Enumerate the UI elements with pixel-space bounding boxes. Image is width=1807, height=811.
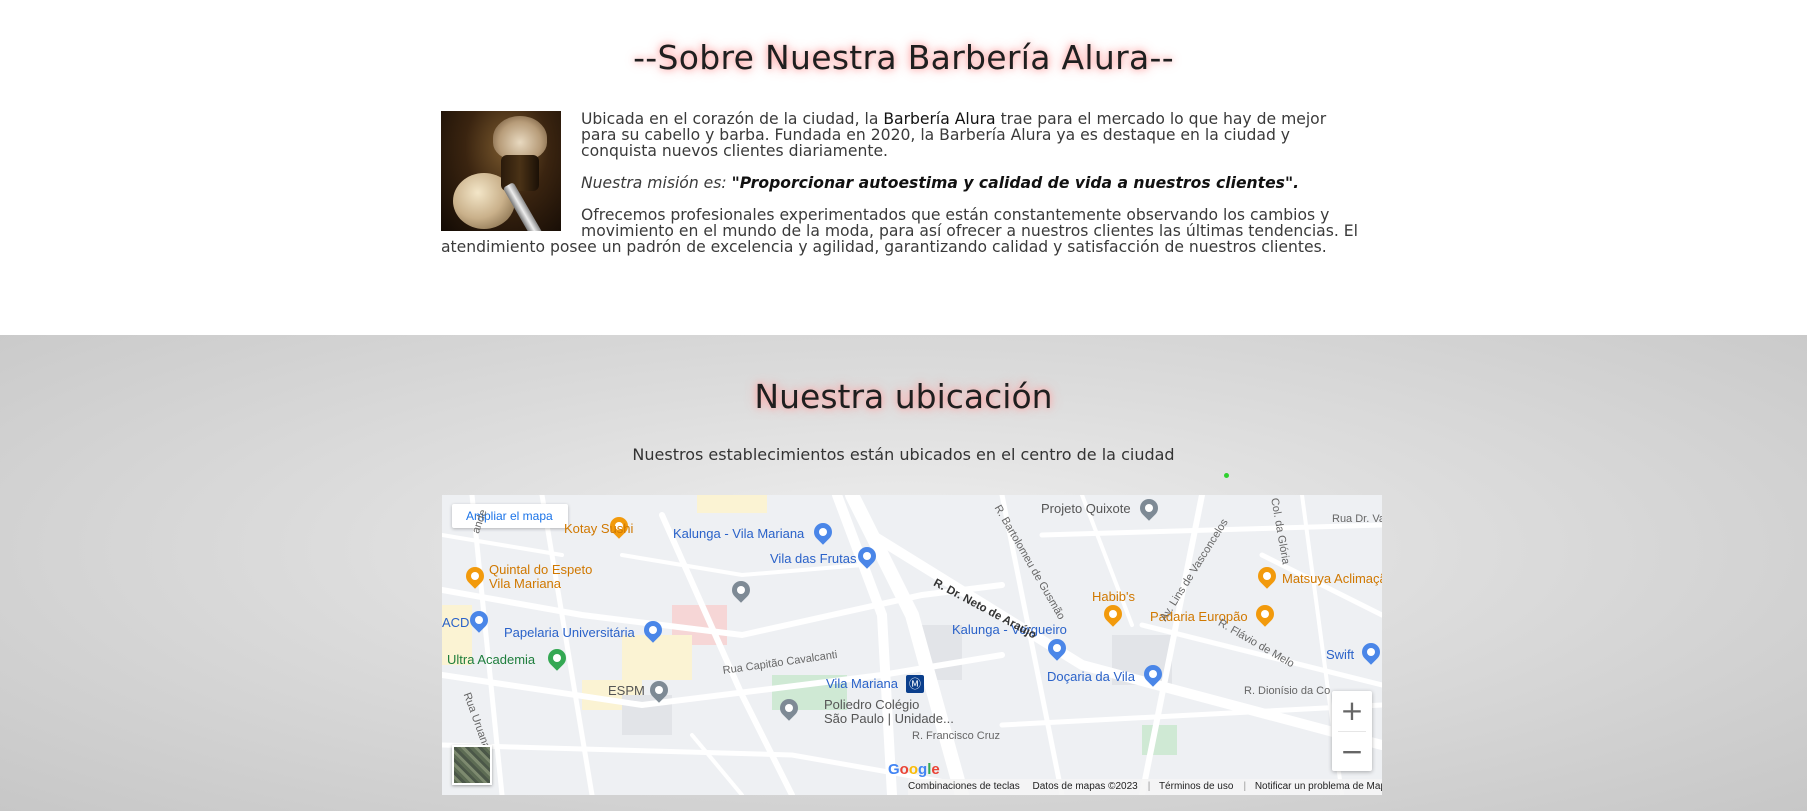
place-docaria-da-vila[interactable]: Doçaria da Vila: [1047, 669, 1135, 684]
map-footer: Combinaciones de teclas Datos de mapas ©…: [908, 779, 1382, 795]
place-espm[interactable]: ESPM: [608, 683, 645, 698]
place-swift[interactable]: Swift: [1326, 647, 1354, 662]
place-papelaria-universitaria[interactable]: Papelaria Universitária: [504, 625, 635, 640]
map-roads: [442, 495, 1382, 795]
location-subtitle: Nuestros establecimientos están ubicados…: [632, 445, 1175, 464]
place-projeto-quixote[interactable]: Projeto Quixote: [1041, 501, 1131, 516]
status-dot: [1224, 473, 1229, 478]
place-vila-das-frutas[interactable]: Vila das Frutas: [770, 551, 856, 566]
about-paragraph-3: Ofrecemos profesionales experimentados q…: [441, 206, 1358, 256]
street-francisco-cruz: R. Francisco Cruz: [912, 730, 1001, 742]
location-section: Nuestra ubicación Nuestros establecimien…: [0, 335, 1807, 811]
zoom-controls: + −: [1332, 691, 1372, 771]
zoom-out-button[interactable]: −: [1332, 732, 1372, 772]
street-dionisio: R. Dionísio da Co: [1244, 685, 1331, 697]
location-title: Nuestra ubicación: [754, 377, 1053, 416]
about-title: --Sobre Nuestra Barbería Alura--: [633, 38, 1174, 77]
keyboard-shortcuts-link[interactable]: Combinaciones de teclas: [908, 781, 1020, 792]
place-matsuya-aclimacao[interactable]: Matsuya Aclimação: [1282, 571, 1382, 586]
place-poliedro-colegio[interactable]: Poliedro Colégio São Paulo | Unidade...: [824, 698, 954, 726]
google-logo: Google: [888, 761, 940, 778]
street-dr-va: Rua Dr. Va: [1332, 513, 1382, 525]
metro-station-icon[interactable]: Ⓜ: [906, 675, 924, 693]
zoom-in-button[interactable]: +: [1332, 691, 1372, 731]
map-data-text: Datos de mapas ©2023: [1032, 781, 1138, 792]
mission-quote: "Proporcionar autoestima y calidad de vi…: [731, 174, 1299, 192]
mission-label: Nuestra misión es:: [581, 174, 732, 192]
about-paragraph-1: Ubicada en el corazón de la ciudad, la B…: [581, 110, 1327, 160]
enlarge-map-link[interactable]: Ampliar el mapa: [452, 504, 568, 528]
place-quintal-do-espeto[interactable]: Quintal do Espeto Vila Mariana: [489, 563, 592, 591]
place-vila-mariana[interactable]: Vila Mariana: [826, 676, 898, 691]
mission-statement: Nuestra misión es: "Proporcionar autoest…: [441, 175, 1366, 191]
about-section: --Sobre Nuestra Barbería Alura-- Ubicada…: [0, 0, 1807, 335]
satellite-view-toggle[interactable]: [452, 745, 492, 785]
place-habibs[interactable]: Habib's: [1092, 589, 1135, 604]
place-ultra-academia[interactable]: Ultra Academia: [447, 652, 535, 667]
report-problem-link[interactable]: Notificar un problema de Maps: [1255, 781, 1382, 792]
place-acd[interactable]: ACD: [442, 615, 469, 630]
place-kalunga-vila-mariana[interactable]: Kalunga - Vila Mariana: [673, 526, 804, 541]
about-body: Ubicada en el corazón de la ciudad, la B…: [441, 111, 1366, 271]
embedded-map[interactable]: Ampliar el mapa Kotay Sushi Kalunga - Vi…: [442, 495, 1382, 795]
terms-link[interactable]: Términos de uso: [1159, 781, 1233, 792]
place-kotay-sushi[interactable]: Kotay Sushi: [564, 521, 633, 536]
barber-tools-image: [441, 111, 561, 231]
